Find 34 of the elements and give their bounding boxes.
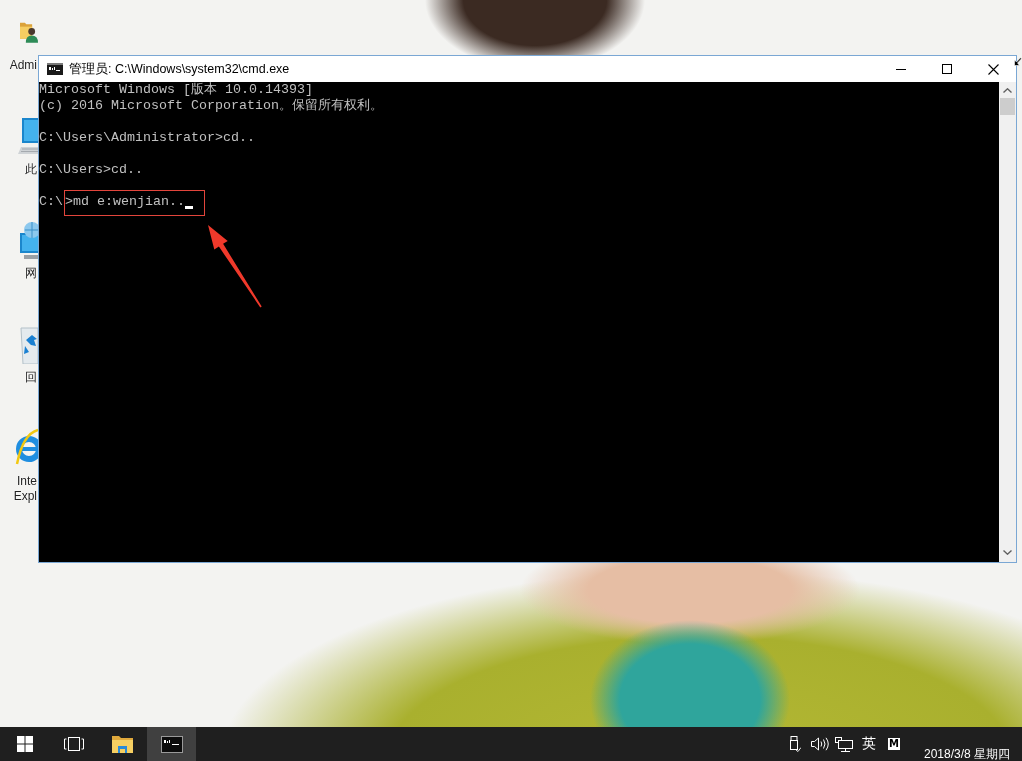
ime-mode-tile: M	[887, 738, 900, 750]
recycle-bin-icon[interactable]	[20, 324, 38, 364]
usb-drive-icon	[790, 736, 802, 752]
console-line: (c) 2016 Microsoft Corporation。保留所有权利。	[39, 98, 383, 114]
console-command: >md e:wenjian..	[65, 194, 185, 210]
computer-icon[interactable]	[18, 118, 38, 154]
terminal-icon	[47, 63, 63, 75]
speaker-icon	[810, 737, 829, 751]
input-language-button[interactable]: 英	[855, 727, 882, 761]
terminal-icon	[160, 735, 183, 753]
console-line: C:\Users>cd..	[39, 162, 143, 178]
folder-icon	[112, 735, 133, 753]
icon-label[interactable]: 网	[25, 266, 37, 281]
close-icon	[987, 63, 999, 75]
window-title: 管理员: C:\Windows\system32\cmd.exe	[69, 60, 290, 78]
console-line: C:\	[39, 194, 63, 210]
console-line: C:\Users\Administrator>cd..	[39, 130, 255, 146]
chevron-up-icon[interactable]	[1003, 88, 1012, 93]
icon-label[interactable]: 此	[25, 162, 37, 177]
icon-label[interactable]: Expl	[13, 489, 37, 504]
task-view-icon	[63, 737, 84, 751]
console-app-button[interactable]	[147, 727, 196, 761]
minimize-icon	[896, 68, 906, 70]
icon-label[interactable]: Inte	[17, 474, 37, 489]
icon-label[interactable]: Admi	[9, 58, 37, 73]
start-icon	[16, 736, 33, 752]
console-line: Microsoft Windows [版本 10.0.14393]	[39, 82, 313, 98]
chevron-down-icon[interactable]	[1003, 550, 1012, 555]
ime-mode-button[interactable]: M	[881, 727, 906, 761]
scrollbar[interactable]	[999, 82, 1016, 562]
icon-label[interactable]: 回	[25, 370, 37, 385]
clock-date[interactable]: 2018/3/8 星期四	[905, 727, 1022, 761]
scrollbar-thumb[interactable]	[1000, 98, 1015, 115]
maximize-icon	[942, 64, 952, 74]
